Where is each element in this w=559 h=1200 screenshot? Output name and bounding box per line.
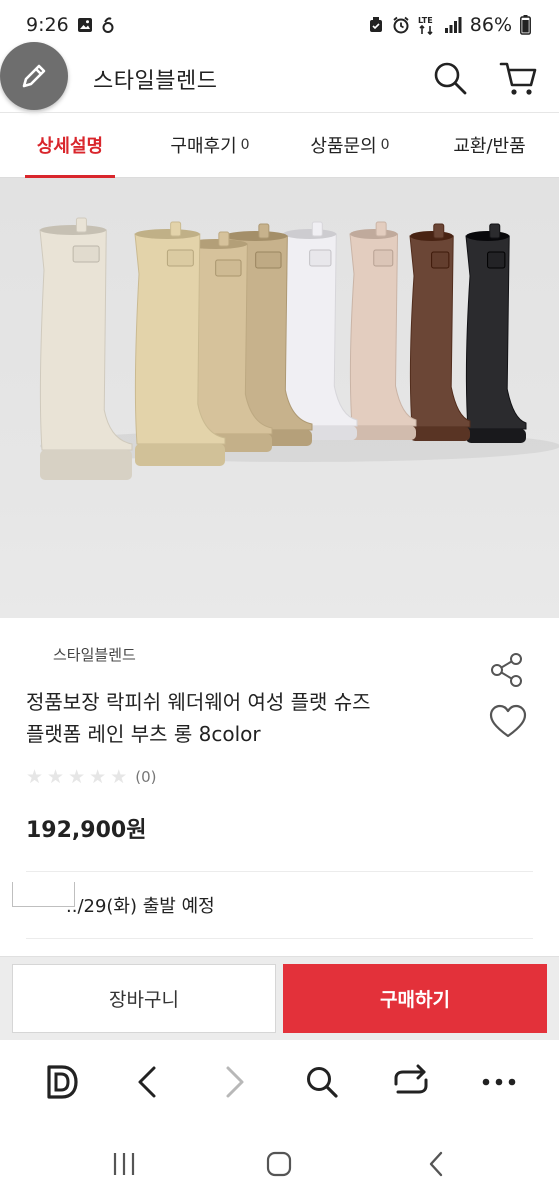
svg-text:LTE: LTE — [418, 16, 433, 25]
battery-percent: 86% — [469, 14, 512, 36]
back-icon — [429, 1151, 443, 1177]
divider — [26, 938, 533, 939]
boot-5 — [282, 221, 358, 440]
repeat-share-icon — [394, 1064, 428, 1094]
lte-icon: LTE — [418, 15, 436, 35]
product-title-line1: 정품보장 락피쉬 웨더웨어 여성 플랫 슈즈 — [26, 690, 371, 714]
status-bar: 9:26 LTE 86% — [0, 0, 559, 50]
home-button[interactable] — [259, 1148, 299, 1180]
tab-label: 교환/반품 — [453, 136, 526, 157]
search-icon — [434, 62, 467, 95]
more-dots-icon — [482, 1078, 516, 1086]
divider — [26, 871, 533, 872]
tab-label: 상세설명 — [36, 136, 104, 157]
home-icon — [266, 1151, 292, 1177]
tab-inquiries[interactable]: 상품문의 0 — [280, 113, 420, 177]
search-button[interactable] — [432, 60, 468, 96]
shipping-text: ../29(화) 출발 예정 — [66, 896, 215, 917]
product-title-line2: 플랫폼 레인 부츠 롱 8color — [26, 722, 261, 746]
header-title[interactable]: 스타일블렌드 — [93, 63, 217, 95]
signal-icon — [444, 16, 462, 34]
tab-detail[interactable]: 상세설명 — [0, 113, 140, 178]
pencil-icon — [22, 64, 46, 88]
purchase-action-bar: 장바구니 구매하기 — [0, 956, 559, 1040]
gallery-icon — [77, 17, 93, 33]
boots-photo — [39, 217, 559, 480]
product-image[interactable] — [0, 178, 559, 618]
browser-share-button[interactable] — [391, 1062, 431, 1102]
product-tabs: 상세설명 구매후기 0 상품문의 0 교환/반품 — [0, 112, 559, 178]
search-icon — [307, 1067, 338, 1098]
browser-home-button[interactable] — [42, 1062, 82, 1102]
rating[interactable]: ★ ★ ★ ★ ★ (0) — [26, 766, 156, 788]
brand-name[interactable]: 스타일블렌드 — [53, 644, 136, 665]
rating-count: (0) — [135, 768, 157, 786]
share-button[interactable] — [488, 651, 526, 689]
share-icon — [491, 653, 522, 687]
star-icon: ★ — [47, 766, 65, 788]
heart-icon — [489, 704, 527, 738]
boot-1 — [39, 217, 133, 480]
tab-count: 0 — [240, 137, 250, 153]
app-header: 스타일블렌드 — [0, 42, 559, 112]
notification-bag-icon — [101, 16, 115, 34]
product-price: 192,900원 — [26, 818, 147, 843]
chevron-left-icon — [138, 1066, 156, 1098]
boot-8 — [465, 223, 527, 443]
edit-fab-button[interactable] — [0, 42, 68, 110]
star-icon: ★ — [89, 766, 107, 788]
cleaning-icon — [368, 16, 384, 34]
browser-toolbar — [0, 1040, 559, 1128]
chevron-right-icon — [226, 1066, 244, 1098]
add-to-cart-button[interactable]: 장바구니 — [12, 964, 276, 1033]
cart-button[interactable] — [498, 58, 538, 98]
tab-label: 구매후기 — [170, 136, 237, 157]
status-time: 9:26 — [26, 14, 69, 36]
wishlist-button[interactable] — [489, 704, 527, 740]
tab-exchange-return[interactable]: 교환/반품 — [420, 113, 559, 177]
star-icon: ★ — [68, 766, 86, 788]
system-back-button[interactable] — [416, 1148, 456, 1180]
browser-forward-button[interactable] — [215, 1062, 255, 1102]
recent-apps-button[interactable] — [104, 1148, 144, 1180]
product-title: 정품보장 락피쉬 웨더웨어 여성 플랫 슈즈 플랫폼 레인 부츠 롱 8colo… — [26, 686, 476, 750]
browser-back-button[interactable] — [127, 1062, 167, 1102]
system-navigation-bar — [0, 1128, 559, 1200]
status-right: LTE 86% — [368, 14, 531, 36]
star-icon: ★ — [26, 766, 44, 788]
star-icon: ★ — [110, 766, 128, 788]
tab-label: 상품문의 — [310, 136, 377, 157]
status-left: 9:26 — [26, 14, 115, 36]
boot-6 — [349, 221, 417, 440]
d-logo-icon — [47, 1065, 78, 1099]
buy-now-button[interactable]: 구매하기 — [283, 964, 547, 1033]
shipping-info: ../29(화) 출발 예정 — [12, 882, 312, 922]
boot-7 — [409, 223, 471, 441]
cart-icon — [499, 62, 537, 95]
alarm-icon — [392, 16, 410, 34]
recent-apps-icon — [113, 1153, 135, 1175]
browser-search-button[interactable] — [302, 1062, 342, 1102]
tab-reviews[interactable]: 구매후기 0 — [140, 113, 280, 177]
tab-count: 0 — [380, 137, 390, 153]
battery-icon — [520, 15, 531, 35]
browser-more-button[interactable] — [479, 1062, 519, 1102]
